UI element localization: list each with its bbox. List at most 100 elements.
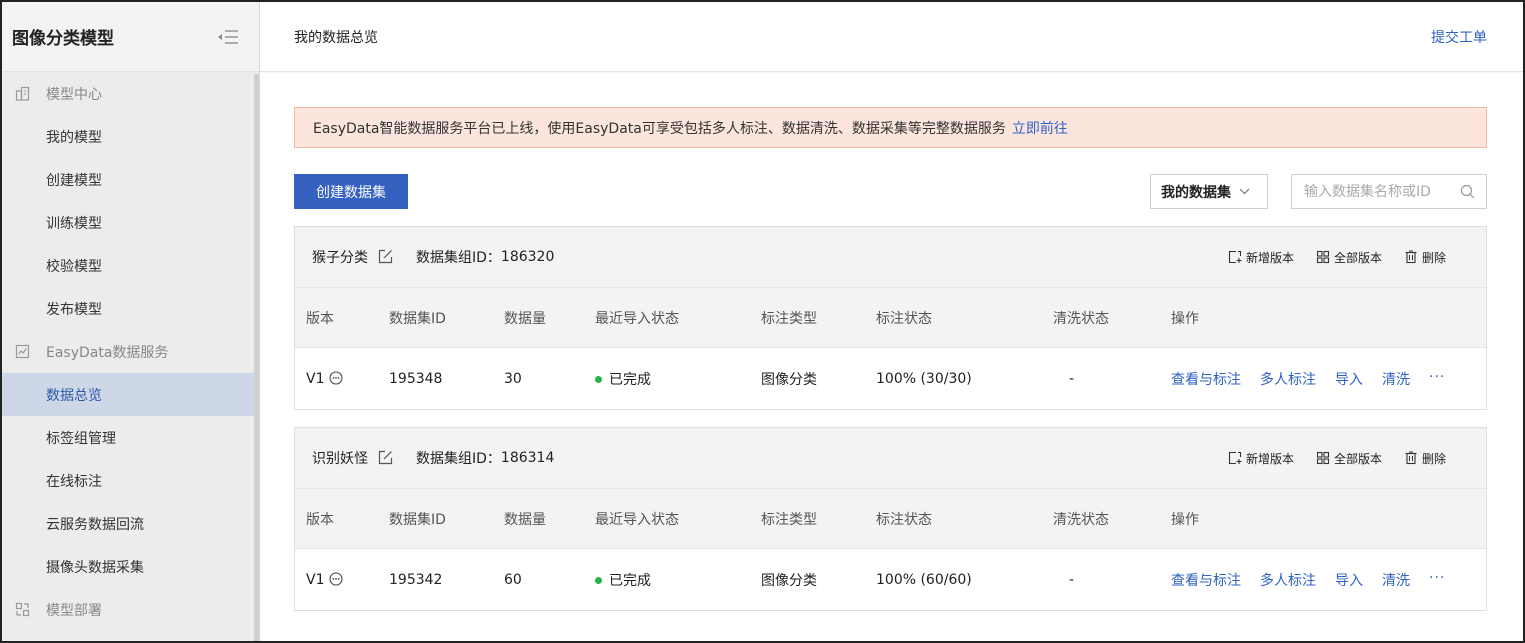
column-header: 操作	[1171, 310, 1199, 327]
sidebar-item-online-annotation[interactable]: 在线标注	[2, 459, 255, 502]
view-annotate-link[interactable]: 查看与标注	[1171, 369, 1241, 389]
dataset-card: 猴子分类 数据集组ID： 186320 新增版本 全部版本 删除 版本 数据集I…	[294, 226, 1487, 410]
top-bar: 我的数据总览 提交工单	[260, 2, 1523, 72]
import-link[interactable]: 导入	[1335, 570, 1363, 590]
sidebar-item-validate-model[interactable]: 校验模型	[2, 244, 255, 287]
operations-cell: 查看与标注 多人标注 导入 清洗 ···	[1171, 369, 1445, 389]
sidebar-header: 图像分类模型	[2, 2, 259, 72]
column-header: 标注状态	[876, 310, 932, 327]
clean-status-cell: -	[1069, 370, 1075, 387]
sidebar-item-label-groups[interactable]: 标签组管理	[2, 416, 255, 459]
version-cell: V1	[306, 572, 344, 588]
filter-value: 我的数据集	[1161, 184, 1231, 201]
collapse-sidebar-icon[interactable]	[215, 27, 241, 47]
card-actions: 新增版本 全部版本 删除	[1228, 249, 1446, 266]
sidebar-item-camera-collection[interactable]: 摄像头数据采集	[2, 545, 255, 588]
annotation-status-cell: 100% (30/30)	[876, 370, 972, 387]
sidebar-scrollbar[interactable]	[254, 74, 259, 641]
column-header: 版本	[306, 511, 334, 528]
all-versions-button[interactable]: 全部版本	[1316, 450, 1382, 467]
notice-text: EasyData智能数据服务平台已上线，使用EasyData可享受包括多人标注、…	[313, 120, 1006, 137]
version-value: V1	[306, 370, 325, 387]
column-header: 操作	[1171, 511, 1199, 528]
table-header: 版本 数据集ID 数据量 最近导入状态 标注类型 标注状态 清洗状态 操作	[295, 288, 1486, 348]
clean-link[interactable]: 清洗	[1382, 369, 1410, 389]
sidebar-group-label: 模型部署	[46, 602, 102, 619]
trash-icon	[1404, 451, 1419, 466]
add-version-label: 新增版本	[1245, 250, 1294, 265]
view-annotate-link[interactable]: 查看与标注	[1171, 570, 1241, 590]
delete-button[interactable]: 删除	[1404, 450, 1446, 467]
add-version-button[interactable]: 新增版本	[1228, 249, 1294, 266]
more-icon[interactable]: ···	[1429, 369, 1445, 389]
count-cell: 30	[504, 370, 522, 387]
deploy-icon	[14, 602, 30, 618]
import-status-text: 已完成	[609, 572, 651, 589]
sidebar-item-cloud-data-reflow[interactable]: 云服务数据回流	[2, 502, 255, 545]
dataset-card-header: 猴子分类 数据集组ID： 186320 新增版本 全部版本 删除	[295, 227, 1486, 288]
annotation-type-cell: 图像分类	[761, 371, 817, 388]
column-header: 最近导入状态	[595, 511, 679, 528]
more-options-circle-icon[interactable]	[329, 371, 344, 386]
delete-label: 删除	[1421, 250, 1446, 265]
trash-icon	[1404, 250, 1419, 265]
all-versions-label: 全部版本	[1333, 451, 1382, 466]
app-title: 图像分类模型	[12, 29, 114, 49]
sidebar-group-easydata[interactable]: EasyData数据服务	[2, 330, 255, 373]
column-header: 数据集ID	[389, 511, 446, 528]
import-status-cell: 已完成	[595, 570, 651, 590]
breadcrumb: 我的数据总览	[294, 29, 378, 46]
sidebar-group-model-center[interactable]: 模型中心	[2, 72, 255, 115]
table-row: V1 195342 60 已完成 图像分类 100% (60/60) - 查看与…	[295, 549, 1486, 610]
multi-annotate-link[interactable]: 多人标注	[1260, 570, 1316, 590]
count-cell: 60	[504, 571, 522, 588]
more-icon[interactable]: ···	[1429, 570, 1445, 590]
sidebar-group-label: 模型中心	[46, 86, 102, 103]
group-id-value: 186320	[500, 249, 555, 265]
column-header: 清洗状态	[1053, 310, 1109, 327]
search-input[interactable]	[1304, 183, 1460, 200]
sidebar-item-my-models[interactable]: 我的模型	[2, 115, 255, 158]
delete-label: 删除	[1421, 451, 1446, 466]
all-versions-button[interactable]: 全部版本	[1316, 249, 1382, 266]
add-version-icon	[1228, 451, 1243, 466]
import-link[interactable]: 导入	[1335, 369, 1363, 389]
dataset-filter-select[interactable]: 我的数据集	[1150, 174, 1268, 209]
clean-link[interactable]: 清洗	[1382, 570, 1410, 590]
sidebar-item-data-overview[interactable]: 数据总览	[2, 373, 255, 416]
column-header: 标注类型	[761, 310, 817, 327]
dataset-id-cell: 195342	[389, 571, 443, 588]
group-id-value: 186314	[500, 450, 555, 466]
annotation-type-cell: 图像分类	[761, 572, 817, 589]
column-header: 版本	[306, 310, 334, 327]
edit-icon[interactable]	[378, 249, 394, 265]
sidebar-item-train-model[interactable]: 训练模型	[2, 201, 255, 244]
sidebar-group-deploy[interactable]: 模型部署	[2, 588, 255, 631]
sidebar-item-publish-model[interactable]: 发布模型	[2, 287, 255, 330]
delete-button[interactable]: 删除	[1404, 249, 1446, 266]
multi-annotate-link[interactable]: 多人标注	[1260, 369, 1316, 389]
grid-icon	[1316, 451, 1331, 466]
sidebar-item-create-model[interactable]: 创建模型	[2, 158, 255, 201]
notice-go-link[interactable]: 立即前往	[1012, 118, 1068, 138]
dataset-card: 识别妖怪 数据集组ID： 186314 新增版本 全部版本 删除 版本 数据集I…	[294, 427, 1487, 611]
annotation-status-cell: 100% (60/60)	[876, 571, 972, 588]
group-id-label: 数据集组ID：	[416, 451, 501, 467]
success-dot	[595, 376, 602, 383]
submit-ticket-link[interactable]: 提交工单	[1431, 27, 1487, 47]
dataset-group-name: 猴子分类	[312, 250, 368, 266]
dataset-card-header: 识别妖怪 数据集组ID： 186314 新增版本 全部版本 删除	[295, 428, 1486, 489]
app-window: 图像分类模型 模型中心 我的模型 创建模型 训练模型 校验模型 发布模型 Eas…	[0, 0, 1525, 643]
chart-icon	[14, 344, 30, 360]
create-dataset-button[interactable]: 创建数据集	[294, 174, 408, 209]
search-icon[interactable]	[1460, 184, 1476, 200]
column-header: 清洗状态	[1053, 511, 1109, 528]
main-content: EasyData智能数据服务平台已上线，使用EasyData可享受包括多人标注、…	[260, 73, 1523, 641]
search-box	[1291, 174, 1487, 209]
chevron-down-icon	[1239, 186, 1251, 198]
add-version-button[interactable]: 新增版本	[1228, 450, 1294, 467]
operations-cell: 查看与标注 多人标注 导入 清洗 ···	[1171, 570, 1445, 590]
sidebar-group-label: EasyData数据服务	[46, 344, 169, 361]
edit-icon[interactable]	[378, 450, 394, 466]
more-options-circle-icon[interactable]	[329, 572, 344, 587]
